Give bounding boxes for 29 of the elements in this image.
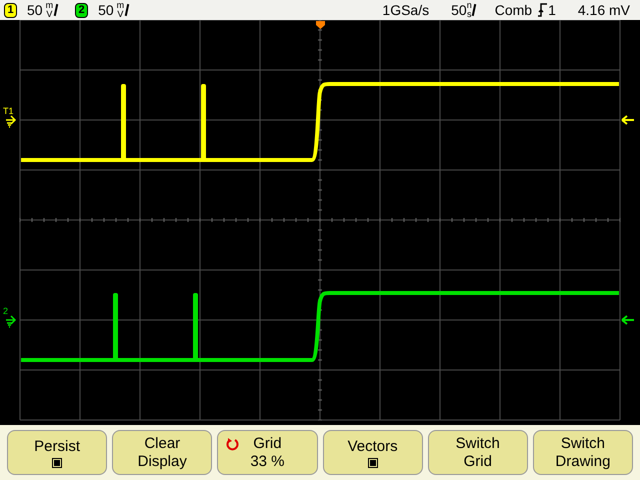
ground-marker-icon [5, 315, 16, 328]
unit-slash-icon [124, 4, 130, 16]
channel-badge: 2 [75, 2, 88, 18]
time-unit: n s [466, 1, 472, 19]
sample-rate: 1GSa/s [382, 0, 430, 20]
softkey-button[interactable]: Switch Grid [428, 430, 528, 475]
channel-marker: 2 [3, 307, 8, 316]
level-arrow-icon [621, 115, 635, 125]
rotate-knob-icon [226, 437, 240, 451]
level-arrow-icon [621, 315, 635, 325]
channel-badge: 1 [4, 2, 17, 18]
ground-marker-icon [5, 115, 16, 128]
trigger-source: 1 [548, 0, 556, 20]
softkey-button[interactable]: Persist [7, 430, 108, 475]
volts-unit: m V [46, 1, 54, 19]
volts-unit: m V [116, 1, 124, 19]
softkey-button[interactable]: Vectors [322, 430, 423, 475]
unit-slash-icon [54, 4, 58, 16]
channel-marker: T1 [3, 107, 14, 116]
volts-per-div: 50 [27, 0, 43, 20]
measurement-reading: 4.16 mV [578, 0, 630, 20]
softkey-button[interactable]: Switch Drawing [532, 430, 634, 475]
unit-slash-icon [471, 4, 476, 16]
trigger-mode: Comb [494, 0, 532, 20]
softkey-button[interactable]: Grid 33 % [217, 430, 318, 475]
softkey-button[interactable]: Clear Display [112, 430, 212, 475]
rising-edge-icon [538, 3, 548, 17]
time-per-div: 50 [451, 0, 467, 20]
volts-per-div: 50 [98, 0, 114, 20]
